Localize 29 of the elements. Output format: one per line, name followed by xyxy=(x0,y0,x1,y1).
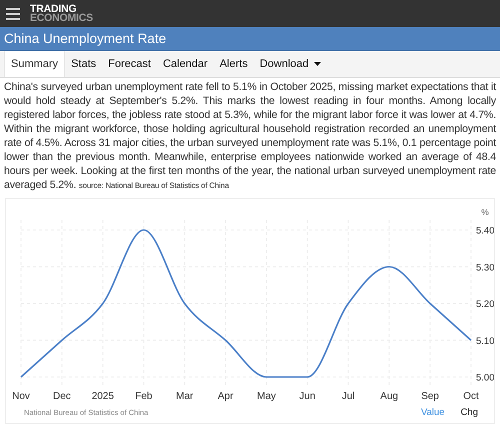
axis-tick-label: Apr xyxy=(218,391,234,402)
series-toggle[interactable]: Chg xyxy=(452,407,486,418)
unit-label: % xyxy=(481,207,489,217)
axis-tick-label: Jul xyxy=(342,391,355,402)
caret-icon xyxy=(314,62,321,66)
axis-tick-label: Dec xyxy=(53,391,71,402)
axis-tick-label: Sep xyxy=(421,391,439,402)
page-title: China Unemployment Rate xyxy=(4,31,166,46)
axis-tick-label: 5.20 xyxy=(476,299,494,310)
logo[interactable]: TRADING ECONOMICS xyxy=(30,4,93,22)
menu-icon[interactable] xyxy=(6,8,20,20)
axis-tick-label: 2025 xyxy=(92,391,114,402)
tab[interactable]: Alerts xyxy=(214,51,254,77)
axis-tick-label: 5.00 xyxy=(476,372,494,384)
tab[interactable]: Calendar xyxy=(156,51,214,77)
axis-tick-label: Jun xyxy=(299,391,316,402)
tab[interactable]: Stats xyxy=(65,51,102,77)
axis-tick-label: May xyxy=(257,391,276,402)
tab[interactable]: Summary xyxy=(4,51,66,77)
axis-tick-label: Oct xyxy=(463,391,479,402)
tab[interactable]: Download xyxy=(254,51,327,77)
axis-tick-label: 5.40 xyxy=(476,226,494,236)
axis-tick-label: 5.30 xyxy=(476,262,494,274)
axis-tick-label: Feb xyxy=(135,391,152,402)
axis-tick-label: Mar xyxy=(176,391,194,402)
axis-tick-label: Aug xyxy=(380,391,398,402)
axis-tick-label: 5.10 xyxy=(476,336,494,347)
tab[interactable]: Forecast xyxy=(102,51,157,77)
axis-tick-label: Nov xyxy=(12,391,30,402)
